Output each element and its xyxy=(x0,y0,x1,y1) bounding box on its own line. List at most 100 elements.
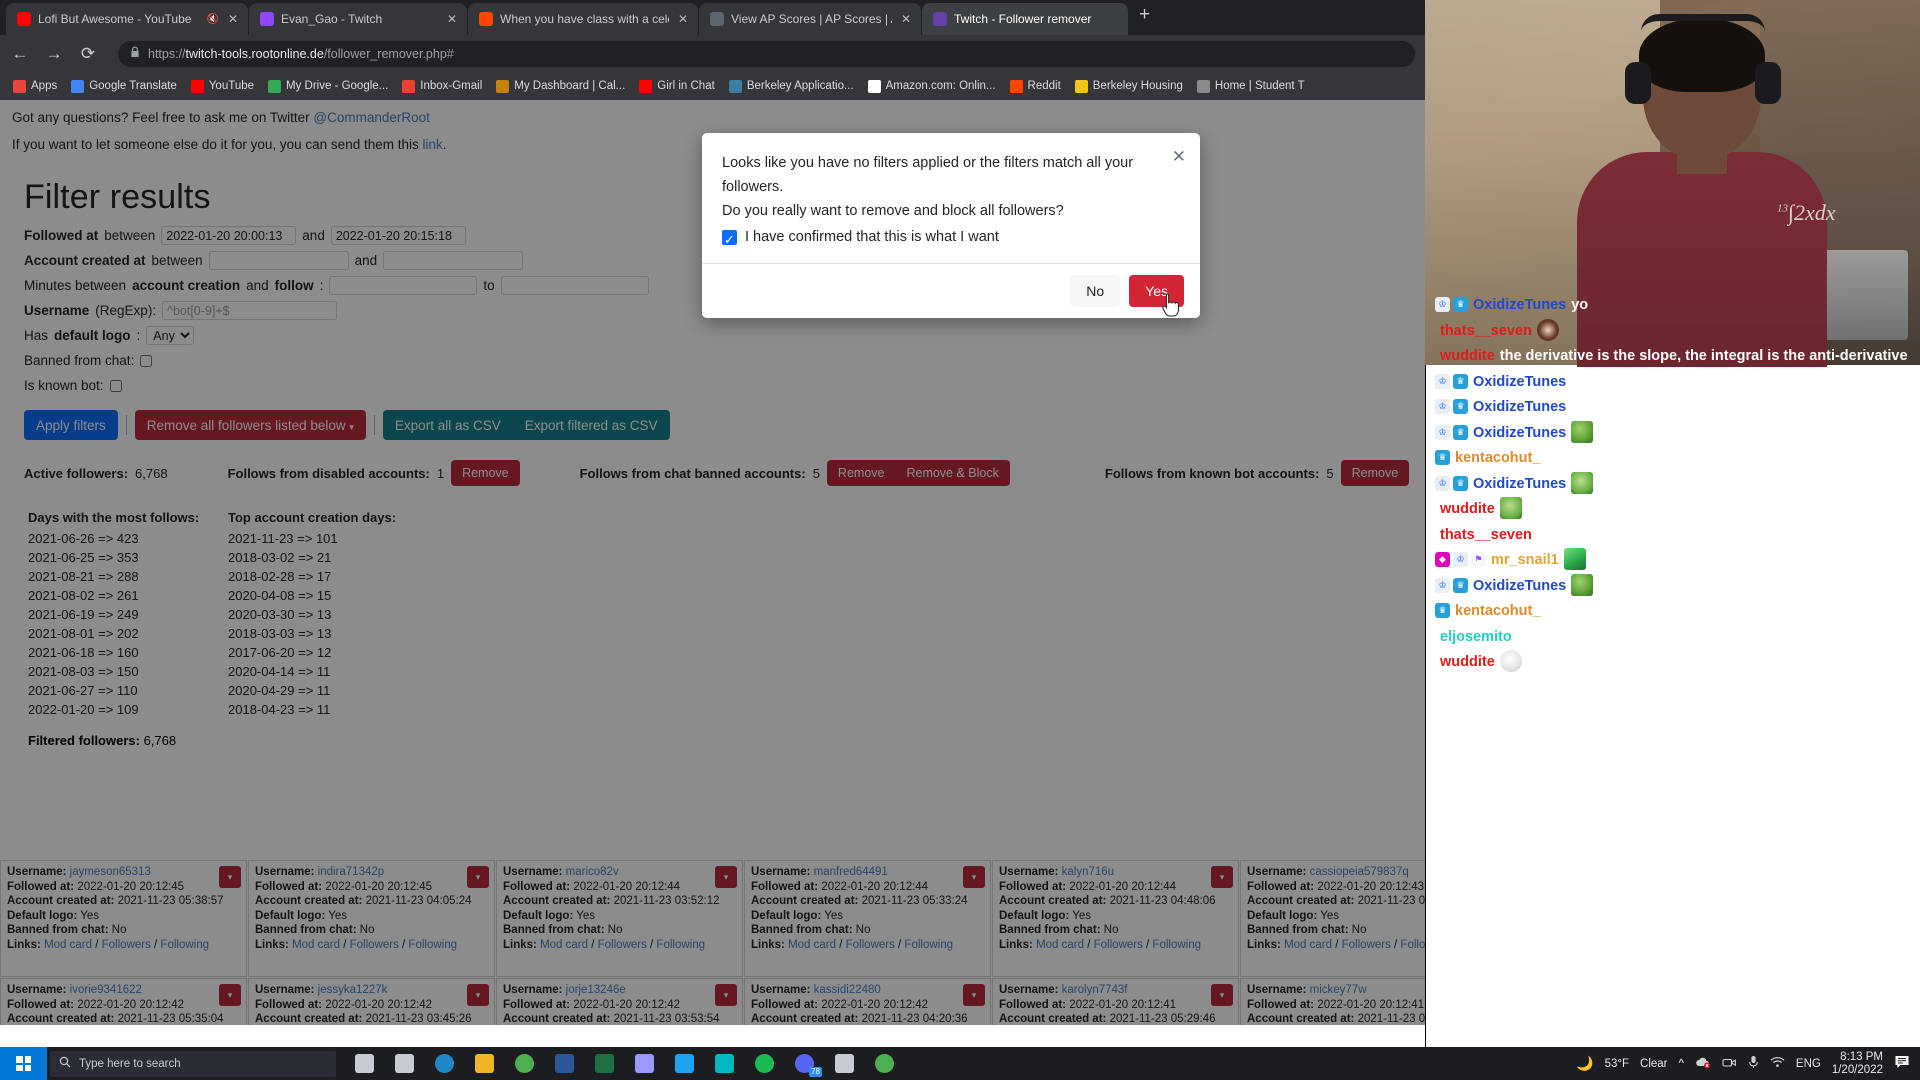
search-icon xyxy=(59,1056,71,1071)
bookmark-label: My Drive - Google... xyxy=(286,80,389,92)
chrome-taskbar-button[interactable] xyxy=(864,1047,904,1080)
confirm-checkbox[interactable] xyxy=(722,228,737,252)
youtube-icon xyxy=(17,12,31,26)
bookmark-0[interactable]: Apps xyxy=(6,75,64,97)
bookmark-label: Google Translate xyxy=(89,80,177,92)
chat-username[interactable]: OxidizeTunes xyxy=(1473,472,1566,497)
sub-badge-icon: ♛ xyxy=(1453,424,1468,440)
language-indicator[interactable]: ENG xyxy=(1796,1058,1821,1070)
browser-chrome: Lofi But Awesome - YouTube 🔇 ✕ Evan_Gao - T… xyxy=(0,0,1425,100)
wifi-icon[interactable] xyxy=(1770,1056,1785,1071)
chat-message: ♔ ♛ OxidizeTunes FREE FOLLOWERS xyxy=(1435,471,1910,497)
discord-taskbar-button[interactable]: 78 xyxy=(784,1047,824,1080)
bookmark-4[interactable]: Inbox-Gmail xyxy=(395,75,489,97)
star-icon xyxy=(1074,79,1088,93)
chat-username[interactable]: eljosemito xyxy=(1440,625,1512,650)
chat-username[interactable]: wuddite xyxy=(1440,344,1495,369)
notification-icon[interactable] xyxy=(1894,1055,1910,1072)
taskbar-app-icons: 78 xyxy=(344,1047,904,1080)
bookmark-6[interactable]: Girl in Chat xyxy=(632,75,722,97)
confirm-checkbox-row[interactable]: I have confirmed that this is what I wan… xyxy=(722,225,1180,252)
bookmark-1[interactable]: Google Translate xyxy=(64,75,184,97)
browser-tab-0[interactable]: Lofi But Awesome - YouTube 🔇 ✕ xyxy=(6,3,248,35)
close-tab-icon[interactable]: ✕ xyxy=(226,12,240,26)
bookmark-11[interactable]: Home | Student T xyxy=(1190,75,1312,97)
close-tab-icon[interactable]: ✕ xyxy=(676,12,690,26)
new-tab-button[interactable]: + xyxy=(1139,5,1150,24)
chrome-taskbar-button[interactable] xyxy=(504,1047,544,1080)
chat-username[interactable]: wuddite xyxy=(1440,650,1495,675)
chat-username[interactable]: thats__seven xyxy=(1440,523,1532,548)
chat-message: wuddite more followers xyxy=(1435,497,1910,522)
drive-icon xyxy=(268,79,282,93)
back-icon[interactable]: ← xyxy=(10,45,30,62)
bookmark-label: Home | Student T xyxy=(1214,80,1305,92)
chat-message-text: the derivative is the slope, the integra… xyxy=(1499,348,1908,364)
edge-icon xyxy=(434,1054,454,1073)
chat-username[interactable]: OxidizeTunes xyxy=(1473,574,1566,599)
reload-icon[interactable]: ⟳ xyxy=(78,45,98,62)
bookmark-7[interactable]: Berkeley Applicatio... xyxy=(722,75,861,97)
bookmark-9[interactable]: Reddit xyxy=(1003,75,1068,97)
no-button[interactable]: No xyxy=(1070,275,1121,307)
chat-username[interactable]: kentacohut_ xyxy=(1455,446,1540,471)
clock-time: 8:13 PM xyxy=(1840,1050,1883,1063)
taskbar-search[interactable]: Type here to search xyxy=(50,1050,336,1077)
task-view-taskbar-button[interactable] xyxy=(384,1047,424,1080)
youtube-icon xyxy=(190,79,204,93)
browser-tab-2[interactable]: When you have class with a celeb ✕ xyxy=(468,3,698,35)
settings-taskbar-button[interactable] xyxy=(824,1047,864,1080)
chat-username[interactable]: wuddite xyxy=(1440,497,1495,522)
close-tab-icon[interactable]: ✕ xyxy=(899,12,913,26)
chat-message-text: imagine i unfollow and follow rn xyxy=(1516,628,1738,645)
chat-username[interactable]: kentacohut_ xyxy=(1455,599,1540,624)
chat-username[interactable]: OxidizeTunes xyxy=(1473,293,1566,318)
close-icon[interactable]: ✕ xyxy=(1172,145,1186,169)
microphone-icon[interactable] xyxy=(1748,1055,1759,1072)
yes-button[interactable]: Yes xyxy=(1129,275,1184,307)
chat-username[interactable]: thats__seven xyxy=(1440,319,1532,344)
chat-message-text: FREE FOLLOWERS xyxy=(1571,471,1910,497)
bookmark-3[interactable]: My Drive - Google... xyxy=(261,75,395,97)
twitter-taskbar-button[interactable] xyxy=(664,1047,704,1080)
cloud-offline-icon[interactable] xyxy=(1695,1056,1711,1072)
camera-icon[interactable] xyxy=(1722,1056,1737,1072)
edge-taskbar-button[interactable] xyxy=(424,1047,464,1080)
taskbar-clock[interactable]: 8:13 PM 1/20/2022 xyxy=(1832,1051,1883,1077)
chat-message-text: more followers xyxy=(1499,497,1910,522)
url-path: /follower_remover.php# xyxy=(323,46,454,61)
browser-tab-1[interactable]: Evan_Gao - Twitch ✕ xyxy=(249,3,467,35)
chat-message: ♔ ♛ OxidizeTunes YESSIRR xyxy=(1435,395,1910,420)
bookmark-label: Berkeley Housing xyxy=(1092,80,1183,92)
chat-username[interactable]: OxidizeTunes xyxy=(1473,370,1566,395)
twitter-icon xyxy=(674,1054,694,1073)
close-tab-icon[interactable]: ✕ xyxy=(445,12,459,26)
browser-tab-4[interactable]: Twitch - Follower remover xyxy=(922,3,1128,35)
chat-message: thats__seven xyxy=(1435,318,1910,344)
apps-grid-icon xyxy=(13,79,26,93)
tray-expand-icon[interactable]: ^ xyxy=(1679,1058,1684,1070)
chat-badges: ♔ ♛ xyxy=(1435,370,1468,389)
cortana-taskbar-button[interactable] xyxy=(344,1047,384,1080)
word-icon xyxy=(554,1054,574,1073)
spotify-taskbar-button[interactable] xyxy=(744,1047,784,1080)
chat-badges: ♔ ♛ xyxy=(1435,395,1468,414)
word-taskbar-button[interactable] xyxy=(544,1047,584,1080)
chat-username[interactable]: OxidizeTunes xyxy=(1473,421,1566,446)
forward-icon[interactable]: → xyxy=(44,45,64,62)
address-bar[interactable]: https://twitch-tools.rootonline.de/follo… xyxy=(118,40,1415,67)
file-explorer-taskbar-button[interactable] xyxy=(464,1047,504,1080)
browser-tab-3[interactable]: View AP Scores | AP Scores | AP S ✕ xyxy=(699,3,921,35)
chat-badges: ◆ ♔ ⚑ xyxy=(1435,548,1486,567)
bookmark-2[interactable]: YouTube xyxy=(184,75,261,97)
chat-username[interactable]: OxidizeTunes xyxy=(1473,395,1566,420)
vscode-taskbar-button[interactable] xyxy=(704,1047,744,1080)
bookmark-5[interactable]: My Dashboard | Cal... xyxy=(489,75,632,97)
excel-taskbar-button[interactable] xyxy=(584,1047,624,1080)
bookmark-8[interactable]: Amazon.com: Onlin... xyxy=(861,75,1003,97)
bookmark-10[interactable]: Berkeley Housing xyxy=(1068,75,1190,97)
start-button[interactable] xyxy=(0,1047,47,1080)
premiere-taskbar-button[interactable] xyxy=(624,1047,664,1080)
chat-username[interactable]: mr_snail1 xyxy=(1491,548,1559,573)
mute-tab-icon[interactable]: 🔇 xyxy=(207,14,219,25)
